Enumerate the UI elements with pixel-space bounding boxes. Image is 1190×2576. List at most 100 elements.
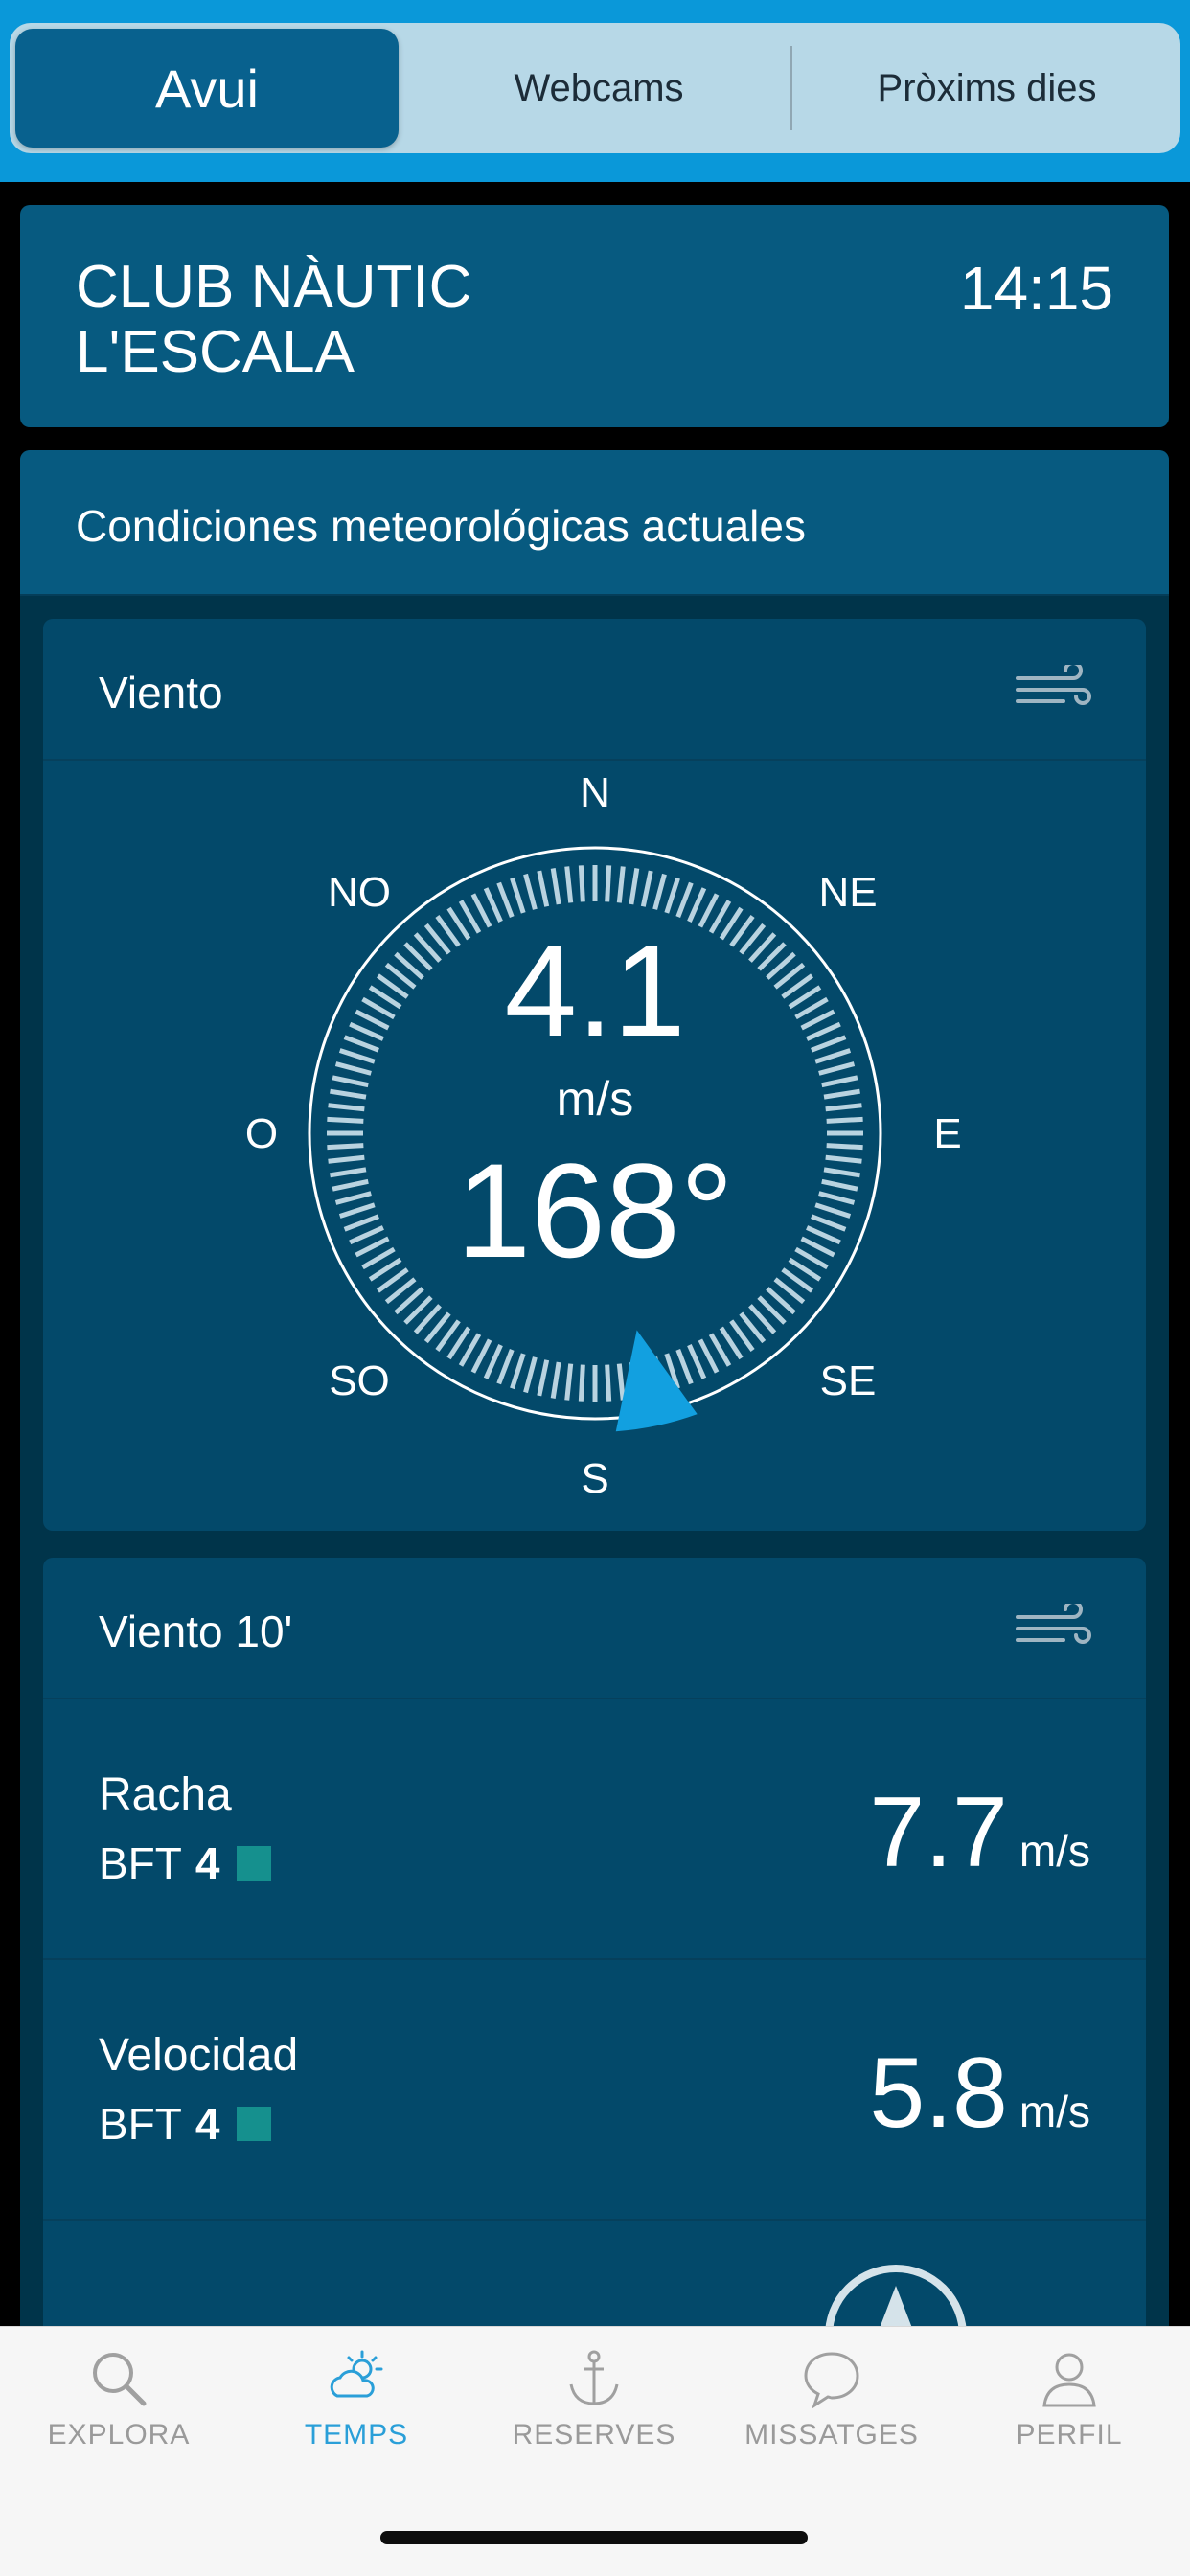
compass-tick [687, 887, 707, 923]
segmented-control: Avui Webcams Pròxims dies [10, 23, 1180, 153]
tab-reserves[interactable]: RESERVES [475, 2348, 713, 2451]
compass-tick [823, 1088, 860, 1100]
compass-tick [496, 881, 515, 918]
compass-tick [496, 1349, 515, 1385]
gust-bft: BFT 4 [99, 1837, 272, 1889]
tab-proxims-dies[interactable]: Pròxims dies [795, 23, 1179, 153]
gust-unit: m/s [1018, 1826, 1090, 1876]
compass-tick [510, 877, 526, 914]
tab-label: RESERVES [512, 2419, 676, 2451]
compass-tick [578, 1364, 585, 1402]
compass-tick [818, 1191, 856, 1205]
wind10-title: Viento 10' [99, 1607, 293, 1656]
compass-tick [698, 1338, 720, 1374]
compass-tick [687, 1344, 707, 1379]
tab-temps[interactable]: TEMPS [238, 2348, 475, 2451]
wind-icon [1016, 1604, 1091, 1644]
conditions-panel: Condiciones meteorológicas actuales Vien… [20, 450, 1169, 2420]
gust-number: 7.7 [869, 1777, 1008, 1888]
compass-tick [355, 1009, 390, 1031]
compass-tick [823, 1167, 860, 1178]
compass-tick [483, 1344, 503, 1379]
wind-icon [1016, 665, 1091, 705]
compass-se: SE [819, 1357, 877, 1404]
compass-tick [334, 1191, 372, 1205]
bft-value: 4 [195, 1838, 220, 1888]
compass-tick [821, 1178, 858, 1192]
compass-tick [332, 1178, 369, 1192]
compass-e: E [933, 1110, 962, 1157]
speed-value: 5.8 m/s [869, 2037, 1090, 2151]
compass-tick [537, 870, 550, 907]
compass-tick [605, 865, 612, 902]
wind-speed-unit: m/s [556, 1072, 634, 1126]
compass-tick [616, 1363, 626, 1401]
compass-tick [675, 1349, 694, 1385]
compass: N NE E SE S SO O NO 4.1 m/s 168° [43, 759, 1146, 1531]
conditions-title: Condiciones meteorológicas actuales [76, 501, 806, 551]
tab-missatges[interactable]: MISSATGES [713, 2348, 950, 2451]
speed-row: Velocidad BFT 4 5.8 m/s [43, 1960, 1146, 2221]
compass-tick [550, 868, 561, 905]
compass-tick [605, 1364, 612, 1402]
tab-explora[interactable]: EXPLORA [0, 2348, 238, 2451]
compass-tick [675, 881, 694, 918]
tab-webcams[interactable]: Webcams [407, 23, 790, 153]
speed-label: Velocidad [99, 2030, 299, 2081]
compass-tick [510, 1353, 526, 1390]
compass-tick [811, 1035, 847, 1053]
compass-tick [328, 1103, 365, 1112]
compass-tick [564, 866, 574, 903]
compass-tick [537, 1359, 550, 1397]
compass-tick [470, 1338, 492, 1374]
gust-value: 7.7 m/s [869, 1776, 1090, 1890]
compass-tick [523, 873, 538, 910]
compass-tick [349, 1021, 384, 1041]
segment-divider [790, 46, 792, 130]
tab-perfil[interactable]: PERFIL [950, 2348, 1188, 2451]
speed-number: 5.8 [869, 2038, 1008, 2149]
compass-n: N [580, 769, 610, 816]
compass-tick [483, 887, 503, 923]
wind-direction: 168° [456, 1135, 734, 1286]
compass-tick [818, 1061, 856, 1076]
compass-tick [629, 868, 640, 905]
compass-tick [814, 1202, 852, 1219]
gust-label: Racha [99, 1769, 232, 1820]
tab-label: TEMPS [304, 2419, 409, 2451]
compass-tick [327, 1116, 364, 1124]
compass-tick [664, 877, 680, 914]
anchor-icon [569, 2350, 619, 2405]
compass-tick [343, 1035, 379, 1053]
compass-s: S [581, 1455, 609, 1502]
bft-level-indicator [237, 2107, 272, 2141]
compass-tick [343, 1214, 379, 1232]
compass-tick [564, 1363, 574, 1401]
compass-tick [330, 1167, 367, 1178]
compass-tick [821, 1075, 858, 1088]
tab-avui[interactable]: Avui [15, 29, 399, 148]
tab-label: MISSATGES [744, 2419, 919, 2451]
wind-card-header: Viento [43, 619, 1146, 761]
speed-unit: m/s [1018, 2086, 1090, 2136]
compass-tick [550, 1361, 561, 1399]
bft-prefix: BFT [99, 2099, 182, 2149]
compass-tick [355, 1236, 390, 1258]
chat-bubble-icon [804, 2352, 859, 2409]
conditions-header: Condiciones meteorológicas actuales [20, 450, 1169, 596]
station-header: CLUB NÀUTIC L'ESCALA 14:15 [20, 205, 1169, 427]
compass-tick [523, 1356, 538, 1394]
compass-tick [806, 1021, 841, 1041]
compass-no: NO [328, 869, 391, 916]
compass-tick [825, 1154, 862, 1164]
user-icon [1042, 2353, 1096, 2407]
compass-tick [338, 1202, 376, 1219]
compass-tick [826, 1143, 863, 1151]
wind-title: Viento [99, 668, 223, 718]
wind-speed: 4.1 [504, 918, 686, 1063]
station-name: CLUB NÀUTIC L'ESCALA [76, 254, 472, 385]
weather-icon [330, 2350, 383, 2398]
compass-tick [652, 873, 667, 910]
compass-o: O [244, 1110, 279, 1157]
search-icon [93, 2353, 147, 2406]
